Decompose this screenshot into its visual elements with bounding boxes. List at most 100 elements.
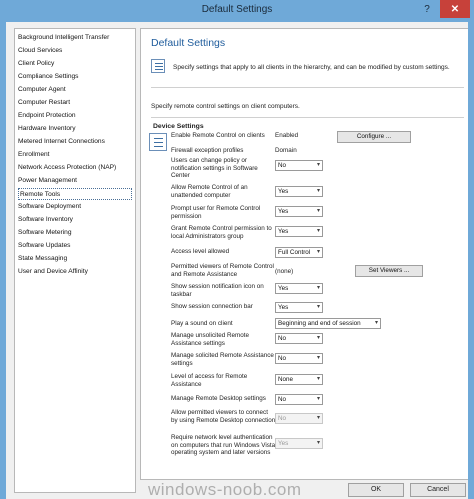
select-value: Yes (278, 440, 289, 447)
sidebar-item-power-management[interactable]: Power Management (18, 175, 132, 187)
select-value: Yes (278, 304, 289, 311)
sidebar-item-computer-restart[interactable]: Computer Restart (18, 97, 132, 109)
connection-bar-select[interactable]: Yes ▾ (275, 302, 323, 313)
setting-label: Firewall exception profiles (171, 147, 244, 154)
title-bar: Default Settings ? ✕ (0, 0, 474, 22)
unattended-computer-select[interactable]: Yes ▾ (275, 186, 323, 197)
chevron-down-icon: ▾ (316, 335, 320, 341)
setting-label: Allow Remote Control of an unattended co… (171, 184, 248, 199)
chevron-down-icon: ▾ (316, 440, 320, 446)
select-value: No (278, 335, 287, 342)
setting-label: Manage solicited Remote Assistance setti… (171, 352, 274, 367)
sidebar-item-remote-tools[interactable]: Remote Tools (18, 188, 132, 200)
chevron-down-icon: ▾ (316, 376, 320, 382)
setting-label: Permitted viewers of Remote Control and … (171, 263, 274, 278)
cancel-button[interactable]: Cancel (410, 483, 466, 497)
sidebar-item-enrollment[interactable]: Enrollment (18, 149, 132, 161)
select-value: Beginning and end of session (278, 320, 361, 327)
select-value: No (278, 396, 287, 403)
set-viewers-button[interactable]: Set Viewers ... (355, 265, 423, 277)
chevron-down-icon: ▾ (316, 304, 320, 310)
setting-label: Manage Remote Desktop settings (171, 395, 266, 402)
select-value: No (278, 415, 287, 422)
sidebar-item-background-intelligent-transfer[interactable]: Background Intelligent Transfer (18, 32, 132, 44)
page-title: Default Settings (151, 37, 226, 49)
chevron-down-icon: ▾ (316, 162, 320, 168)
divider (151, 117, 464, 118)
select-value: None (278, 376, 294, 383)
setting-value: (none) (275, 268, 294, 275)
sidebar-item-client-policy[interactable]: Client Policy (18, 58, 132, 70)
solicited-ra-select[interactable]: No ▾ (275, 353, 323, 364)
chevron-down-icon: ▾ (316, 228, 320, 234)
group-title: Device Settings (153, 123, 204, 130)
help-button[interactable]: ? (418, 0, 436, 18)
setting-label: Show session notification icon on taskba… (171, 283, 264, 298)
select-value: Full Control (278, 249, 311, 256)
dialog-window: Default Settings ? ✕ Background Intellig… (0, 0, 474, 499)
ok-button[interactable]: OK (348, 483, 404, 497)
sidebar-item-software-deployment[interactable]: Software Deployment (18, 201, 132, 213)
setting-label: Level of access for Remote Assistance (171, 373, 248, 388)
setting-label: Grant Remote Control permission to local… (171, 225, 272, 240)
sidebar-item-software-updates[interactable]: Software Updates (18, 240, 132, 252)
sidebar-item-nap[interactable]: Network Access Protection (NAP) (18, 162, 132, 174)
settings-list-icon (151, 59, 165, 73)
setting-value: Domain (275, 147, 297, 154)
chevron-down-icon: ▾ (374, 320, 378, 326)
setting-label: Allow permitted viewers to connect by us… (171, 409, 276, 424)
permitted-viewers-rdp-select[interactable]: No ▾ (275, 413, 323, 424)
settings-category-list[interactable]: Background Intelligent Transfer Cloud Se… (14, 28, 136, 493)
chevron-down-icon: ▾ (316, 355, 320, 361)
prompt-user-select[interactable]: Yes ▾ (275, 206, 323, 217)
sidebar-item-state-messaging[interactable]: State Messaging (18, 253, 132, 265)
divider (151, 87, 464, 88)
select-value: Yes (278, 228, 289, 235)
page-description: Specify settings that apply to all clien… (173, 64, 450, 71)
notification-icon-select[interactable]: Yes ▾ (275, 283, 323, 294)
select-value: Yes (278, 208, 289, 215)
select-value: Yes (278, 285, 289, 292)
section-intro: Specify remote control settings on clien… (151, 103, 300, 110)
close-button[interactable]: ✕ (440, 0, 470, 18)
window-title: Default Settings (201, 4, 273, 15)
setting-label: Enable Remote Control on clients (171, 132, 265, 139)
setting-label: Play a sound on client (171, 320, 233, 327)
select-value: No (278, 162, 287, 169)
setting-label: Require network level authentication on … (171, 434, 276, 456)
sidebar-item-software-metering[interactable]: Software Metering (18, 227, 132, 239)
chevron-down-icon: ▾ (316, 415, 320, 421)
select-value: No (278, 355, 287, 362)
sidebar-item-endpoint-protection[interactable]: Endpoint Protection (18, 110, 132, 122)
ra-access-level-select[interactable]: None ▾ (275, 374, 323, 385)
configure-button[interactable]: Configure ... (337, 131, 411, 143)
remote-desktop-select[interactable]: No ▾ (275, 394, 323, 405)
chevron-down-icon: ▾ (316, 396, 320, 402)
sidebar-item-compliance-settings[interactable]: Compliance Settings (18, 71, 132, 83)
settings-panel: Default Settings Specify settings that a… (140, 28, 468, 480)
chevron-down-icon: ▾ (316, 188, 320, 194)
users-change-policy-select[interactable]: No ▾ (275, 160, 323, 171)
unsolicited-ra-select[interactable]: No ▾ (275, 333, 323, 344)
chevron-down-icon: ▾ (316, 285, 320, 291)
setting-label: Prompt user for Remote Control permissio… (171, 205, 261, 220)
sidebar-item-cloud-services[interactable]: Cloud Services (18, 45, 132, 57)
play-sound-select[interactable]: Beginning and end of session ▾ (275, 318, 381, 329)
access-level-select[interactable]: Full Control ▾ (275, 247, 323, 258)
local-admins-select[interactable]: Yes ▾ (275, 226, 323, 237)
network-level-auth-select[interactable]: Yes ▾ (275, 438, 323, 449)
setting-label: Show session connection bar (171, 303, 253, 310)
sidebar-item-hardware-inventory[interactable]: Hardware Inventory (18, 123, 132, 135)
dialog-client: Background Intelligent Transfer Cloud Se… (6, 22, 468, 499)
sidebar-item-user-device-affinity[interactable]: User and Device Affinity (18, 266, 132, 278)
sidebar-item-computer-agent[interactable]: Computer Agent (18, 84, 132, 96)
select-value: Yes (278, 188, 289, 195)
setting-label: Manage unsolicited Remote Assistance set… (171, 332, 250, 347)
sidebar-item-software-inventory[interactable]: Software Inventory (18, 214, 132, 226)
setting-label: Access level allowed (171, 248, 230, 255)
setting-value: Enabled (275, 132, 299, 139)
device-settings-icon (149, 133, 167, 151)
chevron-down-icon: ▾ (316, 249, 320, 255)
chevron-down-icon: ▾ (316, 208, 320, 214)
sidebar-item-metered-internet-connections[interactable]: Metered Internet Connections (18, 136, 132, 148)
